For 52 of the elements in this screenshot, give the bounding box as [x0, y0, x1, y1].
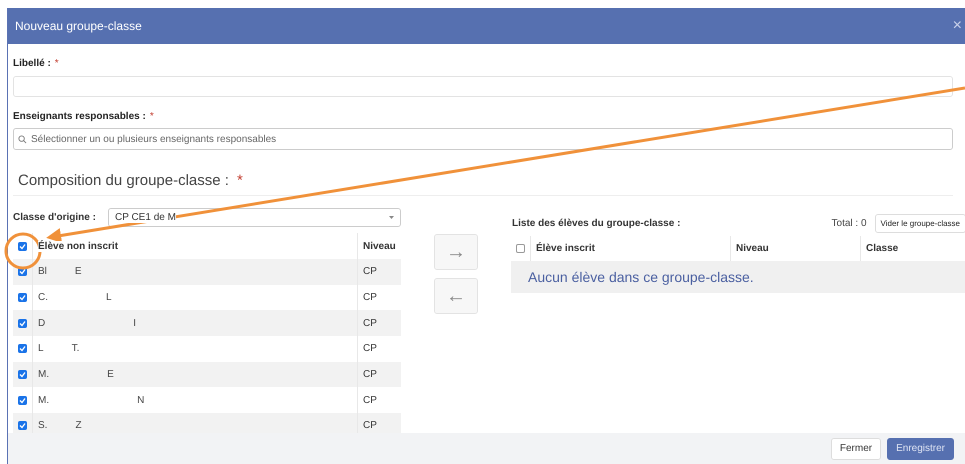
close-button[interactable]: Fermer — [830, 438, 882, 460]
student-name: T. — [72, 343, 80, 354]
student-name: C. — [38, 292, 48, 304]
student-name: Bl — [38, 266, 47, 278]
table-cell-text: CP — [362, 419, 378, 433]
student-name: S. — [38, 420, 48, 432]
input-field[interactable] — [13, 76, 953, 97]
student-name: N — [137, 394, 144, 406]
student-name: D — [38, 318, 46, 329]
clear-button[interactable]: Vider le groupe-classe — [874, 214, 965, 232]
total-count: Total : 0 — [832, 218, 867, 228]
class-select[interactable]: CP CE1 de M — [108, 208, 401, 227]
required-mark: * — [150, 111, 154, 122]
field-label: Libellé : — [13, 58, 51, 69]
student-name: L — [38, 343, 44, 354]
table-cell-text: CP — [362, 291, 378, 306]
section-title: Composition du groupe-classe : — [18, 172, 229, 189]
checkbox[interactable] — [18, 370, 27, 380]
caret-icon — [389, 216, 394, 219]
empty-message: Aucun élève dans ce groupe-classe. — [511, 261, 965, 293]
move-button[interactable]: → — [434, 234, 478, 270]
table-cell-text: CP — [362, 368, 378, 382]
student-name: E — [74, 266, 82, 278]
close-button[interactable]: × — [952, 17, 962, 35]
checkbox[interactable] — [516, 244, 525, 253]
student-name: E — [107, 369, 114, 380]
student-name: M. — [38, 369, 50, 380]
student-name: I — [133, 318, 136, 329]
required-mark: * — [236, 172, 243, 189]
save-button[interactable]: Enregistrer — [887, 438, 954, 460]
search-icon — [18, 135, 27, 144]
table-cell-text: CP — [362, 265, 378, 280]
checkbox[interactable] — [18, 396, 27, 405]
dialog-title: Nouveau groupe-classe — [15, 19, 142, 33]
move-button[interactable]: ← — [434, 278, 478, 314]
table-cell-text: CP — [362, 394, 378, 408]
table-cell-text: CP — [362, 342, 378, 356]
list-title: Liste des élèves du groupe-classe : — [512, 218, 680, 228]
table-cell-text: CP — [362, 316, 378, 331]
student-name: Z — [75, 420, 82, 432]
checkbox[interactable] — [18, 318, 27, 328]
field-label: Enseignants responsables : — [13, 111, 146, 122]
checkbox[interactable] — [18, 421, 27, 430]
checkbox[interactable] — [18, 293, 27, 302]
student-name: L — [106, 292, 112, 304]
column-header: Classe — [865, 242, 900, 256]
field-label: Classe d'origine : — [13, 212, 96, 223]
required-mark: * — [54, 58, 59, 69]
student-name: M. — [38, 394, 50, 406]
search-field[interactable]: Sélectionner un ou plusieurs enseignants responsables — [13, 128, 953, 150]
checkbox[interactable] — [18, 242, 27, 250]
checkbox[interactable] — [18, 344, 27, 354]
